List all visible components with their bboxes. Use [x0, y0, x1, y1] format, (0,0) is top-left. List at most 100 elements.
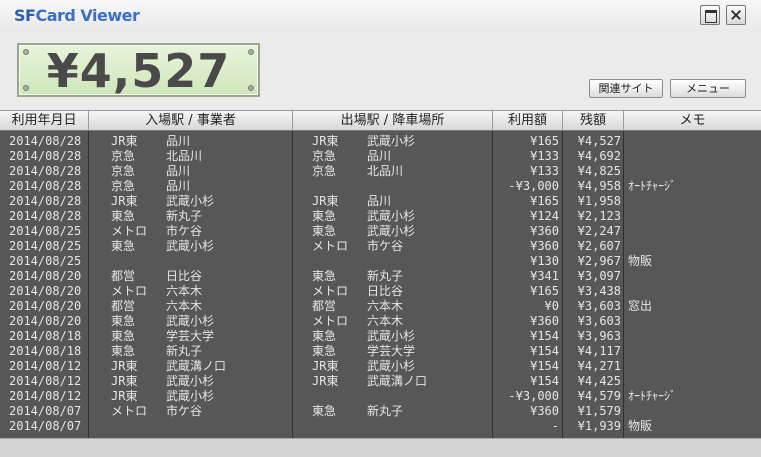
- cell-date: 2014/08/07: [9, 419, 82, 433]
- table-row[interactable]: 2014/08/25 ¥130 ¥2,967 物販: [0, 254, 761, 269]
- cell-entry-station: 武蔵溝ノ口: [166, 359, 227, 373]
- cell-date: 2014/08/28: [9, 149, 82, 163]
- cell-balance: ¥3,097: [577, 269, 621, 283]
- table-row[interactable]: 2014/08/12 JR東 武蔵小杉 JR東 武蔵溝ノ口 ¥154 ¥4,425: [0, 374, 761, 389]
- table-row[interactable]: 2014/08/28 JR東 品川 JR東 武蔵小杉 ¥165 ¥4,527: [0, 134, 761, 149]
- cell-exit-operator: JR東: [312, 194, 339, 208]
- table-row[interactable]: 2014/08/12 JR東 武蔵小杉 -¥3,000 ¥4,579 ｵｰﾄﾁｬｰｼﾞ: [0, 389, 761, 404]
- cell-entry-station: 武蔵小杉: [166, 374, 215, 388]
- table-row[interactable]: 2014/08/18 東急 学芸大学 東急 武蔵小杉 ¥154 ¥3,963: [0, 329, 761, 344]
- cell-exit-operator: JR東: [312, 134, 339, 148]
- cell-exit-station: 学芸大学: [367, 344, 416, 358]
- table-row[interactable]: 2014/08/28 東急 新丸子 東急 武蔵小杉 ¥124 ¥2,123: [0, 209, 761, 224]
- cell-date: 2014/08/28: [9, 164, 82, 178]
- cell-exit-operator: 東急: [312, 344, 337, 358]
- cell-amount: ¥165: [530, 194, 559, 208]
- cell-exit-station: 北品川: [367, 164, 404, 178]
- header-amount[interactable]: 利用額: [493, 111, 563, 131]
- cell-entry-station: 日比谷: [166, 269, 203, 283]
- cell-exit-operator: 京急: [312, 149, 337, 163]
- maximize-button[interactable]: [700, 5, 720, 25]
- cell-exit-station: 武蔵溝ノ口: [367, 374, 428, 388]
- close-button[interactable]: [726, 5, 746, 25]
- cell-memo: [628, 404, 758, 419]
- header-entry[interactable]: 入場駅 / 事業者: [89, 111, 293, 131]
- cell-date: 2014/08/28: [9, 179, 82, 193]
- cell-amount: ¥360: [530, 314, 559, 328]
- cell-memo: [628, 284, 758, 299]
- cell-entry-operator: JR東: [111, 134, 138, 148]
- cell-entry-station: 六本木: [166, 299, 203, 313]
- cell-memo: [628, 314, 758, 329]
- cell-balance: ¥4,425: [577, 374, 621, 388]
- cell-exit-operator: [312, 419, 364, 434]
- table-row[interactable]: 2014/08/12 JR東 武蔵溝ノ口 JR東 武蔵小杉 ¥154 ¥4,271: [0, 359, 761, 374]
- cell-memo: [628, 374, 758, 389]
- table-row[interactable]: 2014/08/25 東急 武蔵小杉 メトロ 市ケ谷 ¥360 ¥2,607: [0, 239, 761, 254]
- cell-exit-operator: JR東: [312, 359, 339, 373]
- table-row[interactable]: 2014/08/20 東急 武蔵小杉 メトロ 六本木 ¥360 ¥3,603: [0, 314, 761, 329]
- cell-balance: ¥2,247: [577, 224, 621, 238]
- cell-amount: ¥154: [530, 374, 559, 388]
- cell-entry-station: 六本木: [166, 284, 203, 298]
- status-bar: [0, 438, 761, 457]
- table-row[interactable]: 2014/08/28 京急 品川 京急 北品川 ¥133 ¥4,825: [0, 164, 761, 179]
- table-row[interactable]: 2014/08/28 京急 品川 -¥3,000 ¥4,958 ｵｰﾄﾁｬｰｼﾞ: [0, 179, 761, 194]
- cell-date: 2014/08/12: [9, 359, 82, 373]
- cell-exit-station: 武蔵小杉: [367, 359, 416, 373]
- cell-exit-station: 武蔵小杉: [367, 224, 416, 238]
- table-row[interactable]: 2014/08/20 都営 六本木 都営 六本木 ¥0 ¥3,603 窓出: [0, 299, 761, 314]
- table-row[interactable]: 2014/08/28 京急 北品川 京急 品川 ¥133 ¥4,692: [0, 149, 761, 164]
- cell-balance: ¥3,963: [577, 329, 621, 343]
- table-row[interactable]: 2014/08/20 メトロ 六本木 メトロ 日比谷 ¥165 ¥3,438: [0, 284, 761, 299]
- cell-exit-station: [367, 419, 491, 434]
- cell-memo: [628, 194, 758, 209]
- table-row[interactable]: 2014/08/20 都営 日比谷 東急 新丸子 ¥341 ¥3,097: [0, 269, 761, 284]
- header-exit[interactable]: 出場駅 / 降車場所: [293, 111, 493, 131]
- header-balance[interactable]: 残額: [563, 111, 624, 131]
- cell-date: 2014/08/18: [9, 344, 82, 358]
- table-row[interactable]: 2014/08/25 メトロ 市ケ谷 東急 武蔵小杉 ¥360 ¥2,247: [0, 224, 761, 239]
- related-sites-button[interactable]: 関連サイト: [589, 79, 663, 98]
- cell-entry-station: 武蔵小杉: [166, 194, 215, 208]
- cell-balance: ¥3,438: [577, 284, 621, 298]
- cell-memo: [628, 329, 758, 344]
- cell-balance: ¥3,603: [577, 299, 621, 313]
- balance-display: ¥4,527: [17, 43, 260, 97]
- cell-balance: ¥3,603: [577, 314, 621, 328]
- table-row[interactable]: 2014/08/28 JR東 武蔵小杉 JR東 品川 ¥165 ¥1,958: [0, 194, 761, 209]
- cell-balance: ¥4,825: [577, 164, 621, 178]
- cell-amount: ¥165: [530, 284, 559, 298]
- cell-entry-station: 新丸子: [166, 209, 203, 223]
- cell-exit-operator: 東急: [312, 329, 337, 343]
- cell-date: 2014/08/25: [9, 224, 82, 238]
- header-date[interactable]: 利用年月日: [0, 111, 89, 131]
- cell-exit-station: 品川: [367, 149, 392, 163]
- cell-date: 2014/08/28: [9, 134, 82, 148]
- header-memo[interactable]: メモ: [624, 111, 761, 131]
- cell-entry-operator: JR東: [111, 359, 138, 373]
- cell-amount: ¥360: [530, 404, 559, 418]
- menu-button[interactable]: メニュー: [670, 79, 746, 98]
- cell-entry-operator: メトロ: [111, 284, 148, 298]
- cell-entry-operator: [111, 254, 163, 269]
- cell-entry-station: 学芸大学: [166, 329, 215, 343]
- cell-entry-operator: 都営: [111, 299, 136, 313]
- cell-entry-station: 品川: [166, 134, 191, 148]
- cell-entry-operator: JR東: [111, 374, 138, 388]
- cell-balance: ¥1,579: [577, 404, 621, 418]
- table-row[interactable]: 2014/08/07 メトロ 市ケ谷 東急 新丸子 ¥360 ¥1,579: [0, 404, 761, 419]
- cell-exit-operator: 東急: [312, 404, 337, 418]
- cell-amount: ¥154: [530, 329, 559, 343]
- cell-exit-station: [367, 254, 491, 269]
- cell-memo: 物販: [628, 254, 653, 268]
- table-row[interactable]: 2014/08/18 東急 新丸子 東急 学芸大学 ¥154 ¥4,117: [0, 344, 761, 359]
- cell-exit-station: 市ケ谷: [367, 239, 404, 253]
- table-row[interactable]: 2014/08/07 - ¥1,939 物販: [0, 419, 761, 434]
- cell-exit-operator: 都営: [312, 299, 337, 313]
- cell-date: 2014/08/20: [9, 284, 82, 298]
- cell-entry-operator: JR東: [111, 194, 138, 208]
- cell-date: 2014/08/20: [9, 269, 82, 283]
- cell-exit-station: 品川: [367, 194, 392, 208]
- cell-exit-station: 六本木: [367, 299, 404, 313]
